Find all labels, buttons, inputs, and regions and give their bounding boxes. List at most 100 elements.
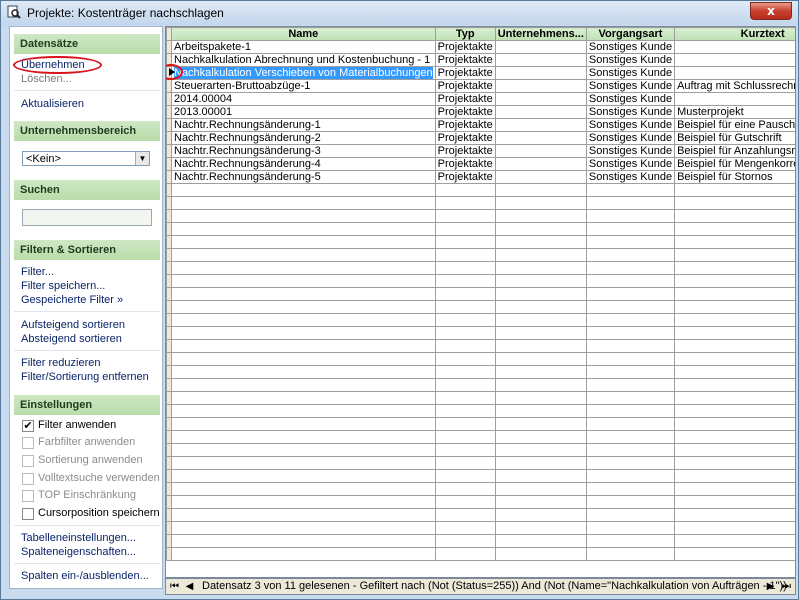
table-cell[interactable] (171, 300, 436, 314)
uebernehmen-link[interactable]: Übernehmen (21, 59, 85, 71)
table-cell[interactable] (585, 521, 676, 535)
volltextsuche-checkbox[interactable] (22, 473, 34, 485)
table-cell[interactable] (585, 339, 676, 353)
empty-table-row[interactable] (166, 352, 795, 366)
empty-table-row[interactable] (166, 534, 795, 548)
table-cell[interactable]: Sonstiges Kunde (585, 157, 676, 171)
empty-table-row[interactable] (166, 222, 795, 236)
table-cell[interactable] (171, 495, 436, 509)
absteigend-sortieren-link[interactable]: Absteigend sortieren (21, 333, 122, 345)
top-einschraenkung-checkbox[interactable] (22, 490, 34, 502)
table-cell[interactable] (434, 508, 496, 522)
first-record-icon[interactable]: ⏮ (168, 580, 181, 593)
table-cell[interactable] (171, 534, 436, 548)
aktualisieren-link[interactable]: Aktualisieren (21, 98, 84, 110)
table-cell[interactable] (171, 196, 436, 210)
table-cell[interactable] (434, 222, 496, 236)
table-cell[interactable] (434, 430, 496, 444)
table-cell[interactable] (494, 495, 587, 509)
table-cell[interactable]: Beispiel für Mengenkorrektur (674, 157, 795, 171)
empty-table-row[interactable] (166, 547, 795, 561)
table-cell[interactable] (674, 469, 795, 483)
table-cell[interactable]: Sonstiges Kunde (585, 53, 676, 67)
table-cell[interactable] (434, 287, 496, 301)
table-cell[interactable] (585, 300, 676, 314)
table-cell[interactable] (585, 313, 676, 327)
column-header-name[interactable]: Name (171, 27, 436, 41)
table-cell[interactable] (434, 456, 496, 470)
table-cell[interactable] (171, 313, 436, 327)
empty-table-row[interactable] (166, 287, 795, 301)
table-cell[interactable]: Nachkalkulation Abrechnung und Kostenbuc… (171, 53, 436, 67)
table-cell[interactable] (494, 261, 587, 275)
table-row[interactable]: 2013.00001 Projektakte Sonstiges Kunde Must… (166, 105, 795, 119)
table-cell[interactable] (171, 287, 436, 301)
table-cell[interactable] (434, 274, 496, 288)
empty-table-row[interactable] (166, 209, 795, 223)
last-record-icon[interactable]: ⏭ (780, 580, 793, 593)
column-header-kurztext[interactable]: Kurztext (674, 27, 795, 41)
table-row[interactable]: Steuerarten-Bruttoabzüge-1 Projektakte Son… (166, 79, 795, 93)
table-cell[interactable]: Sonstiges Kunde (585, 105, 676, 119)
table-cell[interactable] (494, 326, 587, 340)
grid-table[interactable]: Name Typ Unternehmens... Vorgangsart Kur… (166, 27, 795, 561)
table-cell[interactable] (585, 183, 676, 197)
table-cell[interactable] (674, 261, 795, 275)
table-cell[interactable] (585, 222, 676, 236)
table-cell[interactable] (494, 66, 587, 80)
data-grid[interactable]: Name Typ Unternehmens... Vorgangsart Kur… (165, 26, 796, 578)
tabelleneinstellungen-link[interactable]: Tabelleneinstellungen... (21, 532, 136, 544)
filter-speichern-link[interactable]: Filter speichern... (21, 280, 105, 292)
empty-table-row[interactable] (166, 300, 795, 314)
table-cell[interactable] (171, 378, 436, 392)
table-cell[interactable] (674, 495, 795, 509)
table-cell[interactable] (674, 404, 795, 418)
table-cell[interactable]: Projektakte (434, 40, 496, 54)
table-cell[interactable] (494, 534, 587, 548)
table-cell[interactable] (171, 235, 436, 249)
table-cell[interactable]: Projektakte (434, 131, 496, 145)
empty-table-row[interactable] (166, 482, 795, 496)
table-cell[interactable] (494, 391, 587, 405)
table-row[interactable]: Nachtr.Rechnungsänderung-2 Projektakte Son… (166, 131, 795, 145)
table-cell[interactable]: Auftrag mit Schlussrechnung und (674, 79, 795, 93)
table-cell[interactable] (171, 261, 436, 275)
table-cell[interactable] (434, 547, 496, 561)
table-cell[interactable] (494, 365, 587, 379)
table-cell[interactable] (434, 313, 496, 327)
table-cell[interactable] (494, 157, 587, 171)
table-cell[interactable]: Projektakte (434, 105, 496, 119)
table-cell[interactable]: Nachtr.Rechnungsänderung-3 (171, 144, 436, 158)
table-cell[interactable] (585, 235, 676, 249)
table-cell[interactable] (494, 547, 587, 561)
table-cell[interactable] (434, 248, 496, 262)
empty-table-row[interactable] (166, 274, 795, 288)
column-header-typ[interactable]: Typ (434, 27, 496, 41)
table-cell[interactable] (494, 222, 587, 236)
close-button[interactable]: x (750, 2, 792, 20)
table-row[interactable]: Nachtr.Rechnungsänderung-5 Projektakte Son… (166, 170, 795, 184)
empty-table-row[interactable] (166, 248, 795, 262)
table-cell[interactable] (585, 326, 676, 340)
table-cell[interactable]: 2013.00001 (171, 105, 436, 119)
table-cell[interactable] (171, 521, 436, 535)
table-cell[interactable] (585, 196, 676, 210)
table-cell[interactable]: Beispiel für Anzahlungsrechnung (674, 144, 795, 158)
table-cell[interactable]: Sonstiges Kunde (585, 131, 676, 145)
table-cell[interactable] (434, 378, 496, 392)
table-cell[interactable]: Sonstiges Kunde (585, 40, 676, 54)
table-cell[interactable]: Nachtr.Rechnungsänderung-1 (171, 118, 436, 132)
table-cell[interactable] (674, 274, 795, 288)
table-cell[interactable] (494, 469, 587, 483)
spalten-ein-ausblenden-link[interactable]: Spalten ein-/ausblenden... (21, 570, 149, 582)
table-cell[interactable] (171, 547, 436, 561)
table-cell[interactable] (674, 521, 795, 535)
table-cell[interactable] (585, 443, 676, 457)
table-cell[interactable]: 2014.00004 (171, 92, 436, 106)
table-cell[interactable]: Projektakte (434, 118, 496, 132)
table-cell[interactable] (674, 365, 795, 379)
table-cell[interactable] (434, 404, 496, 418)
table-cell[interactable] (585, 287, 676, 301)
empty-table-row[interactable] (166, 430, 795, 444)
filter-link[interactable]: Filter... (21, 266, 54, 278)
